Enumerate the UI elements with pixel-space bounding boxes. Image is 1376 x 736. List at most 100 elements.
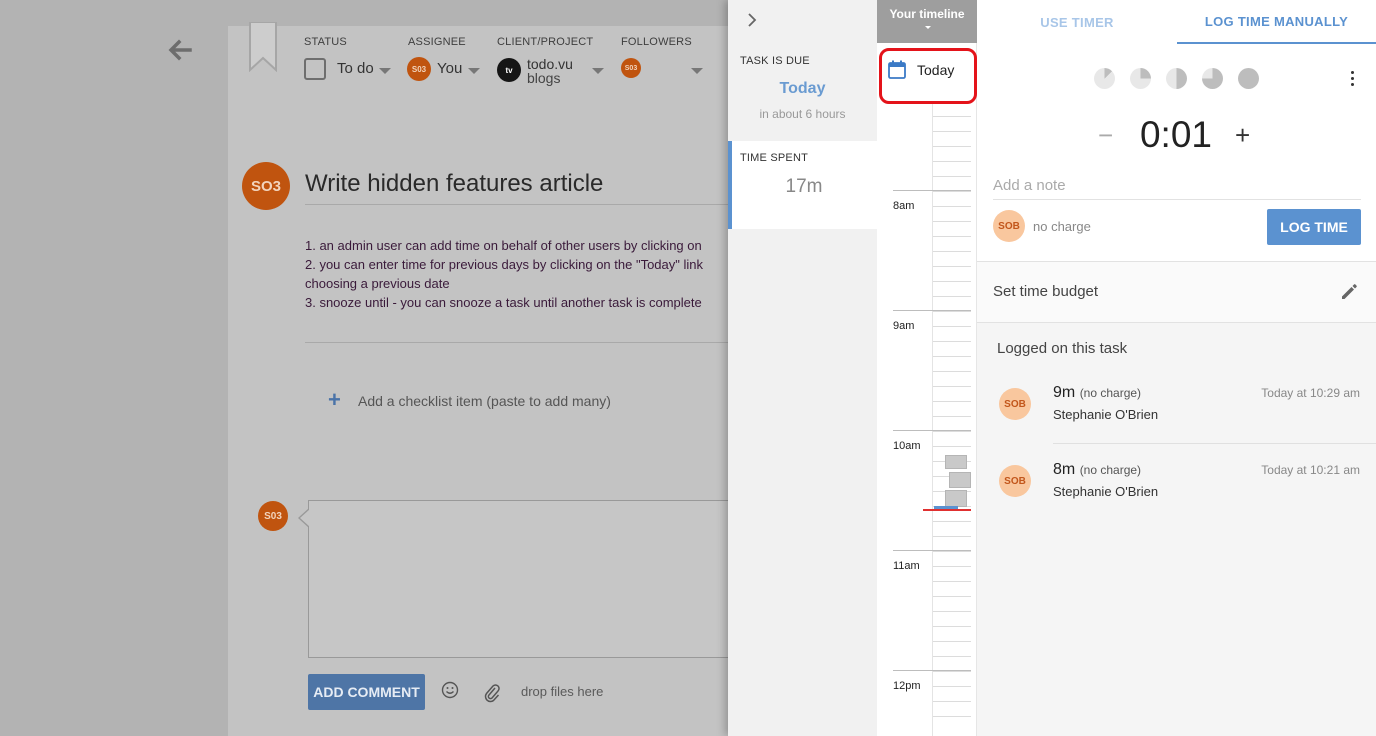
description-line: 1. an admin user can add time on behalf …: [305, 238, 702, 253]
title-divider: [305, 204, 730, 205]
status-value[interactable]: To do: [337, 60, 374, 77]
description-line: 3. snooze until - you can snooze a task …: [305, 295, 702, 310]
quarter-eighth-pie-icon[interactable]: [1094, 68, 1115, 89]
timeline-hour-label: 11am: [893, 560, 920, 572]
assignee-avatar: S03: [407, 57, 431, 81]
timeline-minor-tick: [933, 416, 971, 417]
timeline-hour-line: [893, 670, 971, 671]
task-due-label: TASK IS DUE: [740, 55, 810, 67]
status-caret-icon[interactable]: [379, 68, 391, 74]
timeline-hour-line: [893, 190, 971, 191]
entry-charge: (no charge): [1079, 386, 1142, 400]
time-spent-value: 17m: [785, 176, 823, 197]
timeline-minor-tick: [933, 146, 971, 147]
checklist-input[interactable]: Add a checklist item (paste to add many): [358, 393, 611, 409]
task-due-relative: in about 6 hours: [759, 107, 846, 121]
timeline-entry-block[interactable]: [945, 490, 967, 507]
timeline-minor-tick: [933, 116, 971, 117]
timeline-minor-tick: [933, 251, 971, 252]
entry-avatar: SOB: [999, 388, 1031, 420]
more-options-icon[interactable]: [1351, 71, 1355, 87]
follower-avatar: S03: [621, 58, 641, 78]
entry-duration[interactable]: 9m (no charge): [1053, 384, 1141, 402]
paperclip-icon[interactable]: [483, 683, 501, 703]
timeline-minor-tick: [933, 341, 971, 342]
entry-user: Stephanie O'Brien: [1053, 407, 1159, 422]
description-divider: [305, 342, 730, 343]
tab-log-time-manually[interactable]: LOG TIME MANUALLY: [1177, 0, 1376, 44]
half-pie-icon[interactable]: [1166, 68, 1187, 89]
timeline-header-label: Your timeline: [889, 7, 965, 21]
three-quarter-pie-icon[interactable]: [1202, 68, 1223, 89]
comment-textarea[interactable]: [308, 500, 738, 658]
time-spent-label: TIME SPENT: [740, 152, 809, 164]
timeline-minor-tick: [933, 536, 971, 537]
project-name[interactable]: blogs: [527, 70, 560, 86]
timeline-hour-line: [893, 430, 971, 431]
timeline-minor-tick: [933, 386, 971, 387]
entry-avatar: SOB: [999, 465, 1031, 497]
comment-pointer-fill: [300, 509, 310, 527]
add-comment-button[interactable]: ADD COMMENT: [308, 674, 425, 710]
calendar-icon[interactable]: [888, 60, 906, 79]
drop-files-label: drop files here: [521, 684, 604, 699]
timeline-minor-tick: [933, 371, 971, 372]
timeline-minor-tick: [933, 221, 971, 222]
followers-caret-icon[interactable]: [691, 68, 703, 74]
log-time-button[interactable]: LOG TIME: [1267, 209, 1361, 245]
entry-duration-value: 8m: [1053, 461, 1076, 478]
task-due-value[interactable]: Today: [728, 80, 877, 98]
timeline-minor-tick: [933, 701, 971, 702]
entry-timestamp: Today at 10:21 am: [1261, 463, 1360, 477]
timeline-minor-tick: [933, 356, 971, 357]
increase-duration-button[interactable]: +: [1235, 120, 1250, 150]
task-title[interactable]: Write hidden features article: [305, 170, 603, 198]
status-checkbox[interactable]: [304, 58, 326, 80]
timeline-minor-tick: [933, 176, 971, 177]
pencil-icon[interactable]: [1339, 282, 1359, 302]
bookmark-icon[interactable]: [248, 22, 278, 72]
timeline-minor-tick: [933, 266, 971, 267]
duration-value[interactable]: 0:01: [1130, 114, 1222, 156]
chevron-right-icon[interactable]: [744, 12, 760, 28]
logged-heading: Logged on this task: [997, 340, 1128, 357]
timeline-minor-tick: [933, 206, 971, 207]
timeline-minor-tick: [933, 656, 971, 657]
entry-duration[interactable]: 8m (no charge): [1053, 461, 1141, 479]
timeline-minor-tick: [933, 566, 971, 567]
timeline-entry-block[interactable]: [949, 472, 971, 488]
commenter-avatar: S03: [258, 501, 288, 531]
task-description[interactable]: 1. an admin user can add time on behalf …: [305, 236, 730, 312]
timeline-hour-label: 9am: [893, 320, 915, 332]
entry-charge: (no charge): [1079, 463, 1142, 477]
timeline-caret-icon: [925, 26, 931, 29]
timeline-minor-tick: [933, 626, 971, 627]
note-input[interactable]: [993, 172, 1361, 200]
timeline-minor-tick: [933, 686, 971, 687]
timeline-date-label[interactable]: Today: [917, 62, 954, 78]
quarter-pie-icon[interactable]: [1130, 68, 1151, 89]
timeline-hour-line: [893, 310, 971, 311]
decrease-duration-button[interactable]: −: [1098, 120, 1113, 150]
owner-avatar: SO3: [242, 162, 290, 210]
assignee-caret-icon[interactable]: [468, 68, 480, 74]
full-pie-icon[interactable]: [1238, 68, 1259, 89]
timeline-minor-tick: [933, 431, 971, 432]
assignee-value[interactable]: You: [437, 60, 462, 77]
smiley-icon[interactable]: [441, 681, 459, 699]
timeline-minor-tick: [933, 131, 971, 132]
timeline-now-line: [923, 509, 971, 511]
plus-icon[interactable]: +: [328, 389, 341, 411]
timeline-entry-block[interactable]: [945, 455, 967, 469]
timeline-hour-label: 10am: [893, 440, 921, 452]
back-arrow-icon[interactable]: [164, 34, 196, 66]
timeline-minor-tick: [933, 401, 971, 402]
client-caret-icon[interactable]: [592, 68, 604, 74]
tab-use-timer[interactable]: USE TIMER: [977, 0, 1177, 44]
charge-selector[interactable]: no charge: [1033, 219, 1091, 234]
timeline-minor-tick: [933, 446, 971, 447]
description-line: 2. you can enter time for previous days …: [305, 257, 703, 272]
timeline-minor-tick: [933, 521, 971, 522]
timeline-hour-label: 8am: [893, 200, 915, 212]
client-logo: tv: [497, 58, 521, 82]
